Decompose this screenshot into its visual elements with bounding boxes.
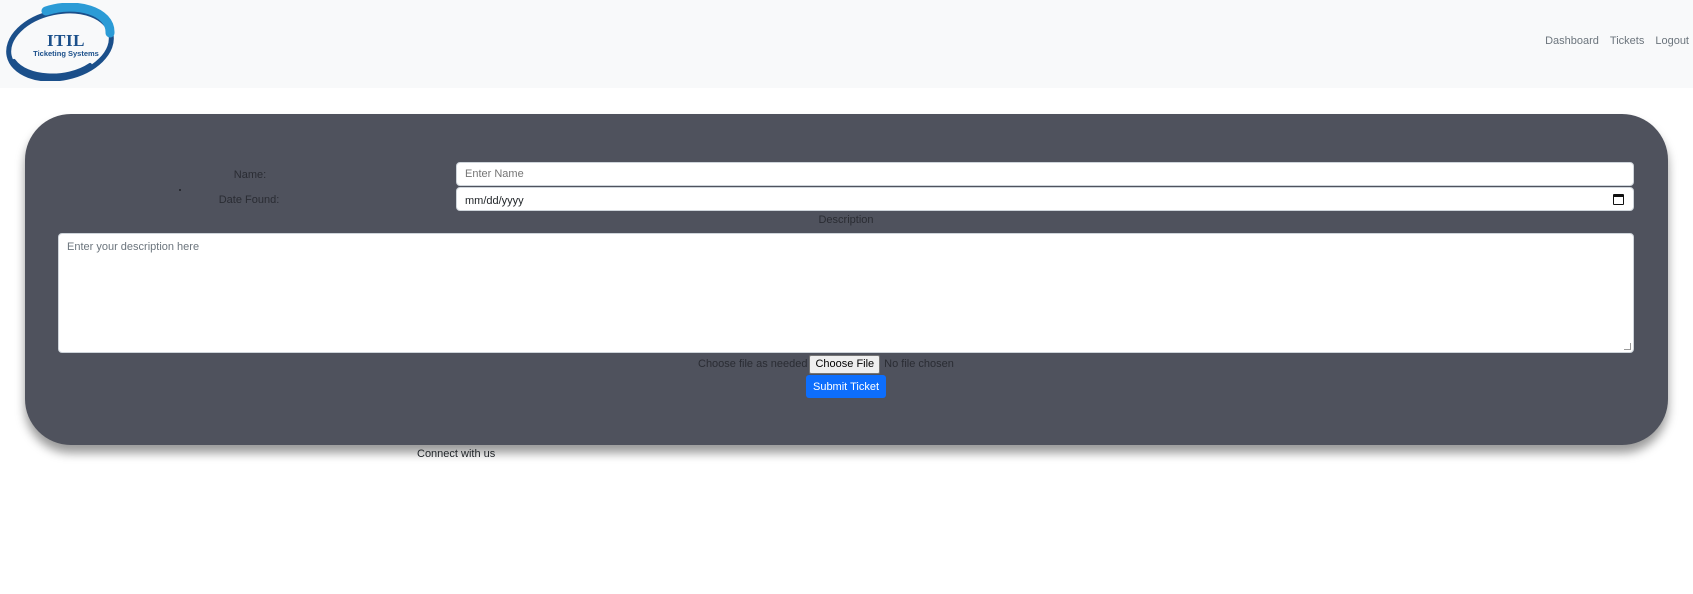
date-placeholder: mm/dd/yyyy <box>465 195 524 207</box>
logo-title: ITIL <box>47 31 85 50</box>
choose-file-button[interactable]: Choose File <box>809 354 881 374</box>
nav-dashboard-link[interactable]: Dashboard <box>1545 35 1599 47</box>
nav-links: Dashboard Tickets Logout <box>1545 35 1689 47</box>
resize-grip-icon[interactable] <box>1624 343 1631 350</box>
description-placeholder: Enter your description here <box>67 241 200 253</box>
nav-logout-link[interactable]: Logout <box>1655 35 1689 47</box>
nav-tickets-link[interactable]: Tickets <box>1610 35 1644 47</box>
stray-dot <box>179 189 181 191</box>
itil-logo[interactable]: ITIL Ticketing Systems <box>6 2 116 82</box>
calendar-icon[interactable] <box>1613 194 1624 205</box>
submit-ticket-button[interactable]: Submit Ticket <box>806 375 886 398</box>
connect-with-us-text: Connect with us <box>417 448 496 460</box>
name-label: Name: <box>233 169 267 181</box>
file-upload-row: Choose file as needed Choose File No fil… <box>698 354 954 374</box>
navbar: ITIL Ticketing Systems Dashboard Tickets… <box>0 0 1693 88</box>
file-upload-label: Choose file as needed <box>698 358 808 370</box>
description-label: Description <box>818 214 874 226</box>
logo-subtitle: Ticketing Systems <box>33 49 99 58</box>
description-textarea[interactable]: Enter your description here <box>58 233 1634 353</box>
name-input[interactable] <box>456 162 1634 186</box>
date-found-input[interactable]: mm/dd/yyyy <box>456 187 1634 211</box>
file-status-text: No file chosen <box>884 358 954 370</box>
date-found-label: Date Found: <box>218 194 280 206</box>
